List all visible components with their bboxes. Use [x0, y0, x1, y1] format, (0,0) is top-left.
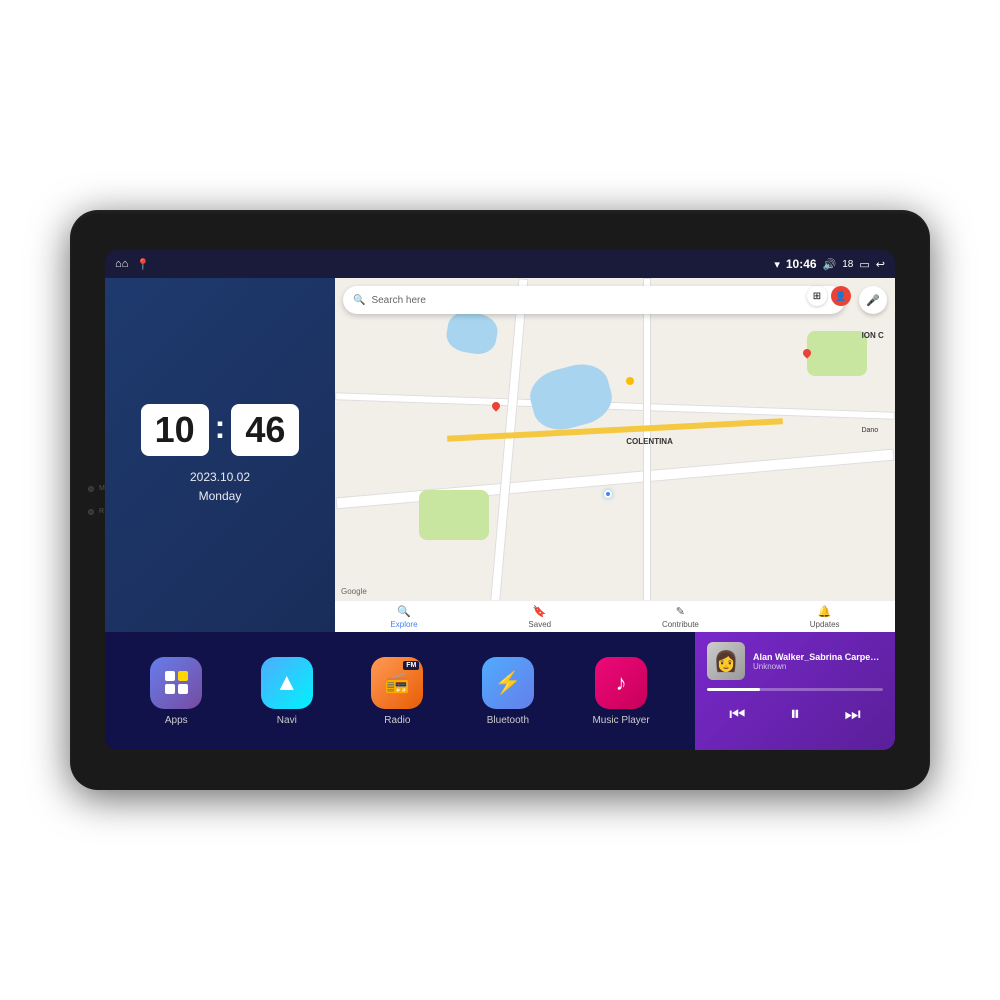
map-search-bar[interactable]: 🔍 Search here — [343, 286, 845, 314]
clock-display: 10 : 46 — [141, 404, 300, 456]
apps-label: Apps — [165, 715, 188, 726]
map-label-ion: ION C — [862, 331, 884, 340]
music-play-button[interactable]: ⏸ — [784, 701, 806, 728]
navi-arrow-icon: ▲ — [275, 669, 299, 697]
layers-icon: ⊞ — [813, 291, 821, 302]
clock-day: Monday — [190, 487, 250, 506]
navi-icon-wrapper: ▲ — [261, 657, 313, 709]
home-icon[interactable]: ⌂ — [115, 258, 128, 270]
radio-icon: 📻 — [385, 670, 410, 695]
radio-label: Radio — [384, 715, 410, 726]
music-album-art: 👩 — [707, 642, 745, 680]
music-next-button[interactable]: ⏭ — [839, 702, 867, 727]
music-controls: ⏮ ⏸ ⏭ — [707, 701, 883, 728]
status-bar: ⌂ 📍 ▾ 10:46 🔊 18 ▭ ↩ — [105, 250, 895, 278]
music-progress-bar — [707, 688, 883, 691]
back-icon[interactable]: ↩ — [876, 258, 885, 271]
main-content: 10 : 46 2023.10.02 Monday — [105, 278, 895, 750]
map-water-1 — [525, 357, 618, 436]
map-label-dano: Dano — [861, 427, 878, 434]
map-nav-updates[interactable]: 🔔 Updates — [810, 605, 840, 629]
map-nav-saved[interactable]: 🔖 Saved — [528, 605, 551, 629]
saved-icon: 🔖 — [533, 605, 547, 618]
explore-icon: 🔍 — [397, 605, 411, 618]
map-widget[interactable]: COLENTINA APINATURA ION C Dano Google — [335, 278, 895, 632]
map-nav-explore-label: Explore — [390, 620, 417, 629]
map-bottom-nav: 🔍 Explore 🔖 Saved ✎ Contribute — [335, 600, 895, 632]
wifi-icon: ▾ — [774, 258, 780, 271]
app-item-music-player[interactable]: ♪ Music Player — [592, 657, 649, 726]
map-nav-contribute-label: Contribute — [662, 620, 699, 629]
app-item-navi[interactable]: ▲ Navi — [261, 657, 313, 726]
mic-icon: 🎤 — [866, 294, 880, 307]
radio-fm-badge: FM — [403, 661, 419, 670]
status-time: 10:46 — [786, 257, 817, 271]
map-nav-explore[interactable]: 🔍 Explore — [390, 605, 417, 629]
app-item-bluetooth[interactable]: ⚡ Bluetooth — [482, 657, 534, 726]
music-player-label: Music Player — [592, 715, 649, 726]
clock-date: 2023.10.02 Monday — [190, 468, 250, 506]
map-nav-contribute[interactable]: ✎ Contribute — [662, 605, 699, 629]
map-road-horizontal-2 — [335, 392, 895, 420]
bluetooth-label: Bluetooth — [487, 715, 529, 726]
status-right: ▾ 10:46 🔊 18 ▭ ↩ — [774, 257, 885, 271]
clock-minute-block: 46 — [231, 404, 299, 456]
profile-icon: 👤 — [835, 291, 846, 302]
app-item-apps[interactable]: Apps — [150, 657, 202, 726]
status-left: ⌂ 📍 — [115, 258, 150, 271]
music-info: 👩 Alan Walker_Sabrina Carpenter_F... Unk… — [707, 642, 883, 680]
map-profile-button[interactable]: 👤 — [831, 286, 851, 306]
bluetooth-icon-wrapper: ⚡ — [482, 657, 534, 709]
map-icon[interactable]: 📍 — [136, 258, 150, 271]
app-shortcuts: Apps ▲ Navi 📻 FM — [105, 632, 695, 750]
contribute-icon: ✎ — [676, 605, 685, 618]
battery-icon: ▭ — [859, 258, 869, 271]
map-search-icon: 🔍 — [353, 295, 365, 306]
map-mic-button[interactable]: 🎤 — [859, 286, 887, 314]
map-layers-button[interactable]: ⊞ — [807, 286, 827, 306]
map-background: COLENTINA APINATURA ION C Dano Google — [335, 278, 895, 632]
clock-minute: 46 — [245, 409, 285, 450]
music-widget: 👩 Alan Walker_Sabrina Carpenter_F... Unk… — [695, 632, 895, 750]
bottom-section: Apps ▲ Navi 📻 FM — [105, 632, 895, 750]
volume-icon: 🔊 — [823, 258, 837, 271]
clock-date-value: 2023.10.02 — [190, 468, 250, 487]
map-nav-saved-label: Saved — [528, 620, 551, 629]
updates-icon: 🔔 — [818, 605, 832, 618]
app-item-radio[interactable]: 📻 FM Radio — [371, 657, 423, 726]
map-search-text: Search here — [371, 295, 425, 306]
music-note-icon: ♪ — [616, 670, 627, 696]
clock-hour: 10 — [155, 409, 195, 450]
bluetooth-icon: ⚡ — [494, 670, 521, 696]
apps-icon-wrapper — [150, 657, 202, 709]
map-green-1 — [419, 490, 489, 540]
music-player-icon-wrapper: ♪ — [595, 657, 647, 709]
rst-dot — [88, 509, 94, 515]
navi-label: Navi — [277, 715, 297, 726]
map-label-colentina: COLENTINA — [626, 437, 673, 446]
music-prev-button[interactable]: ⏮ — [723, 702, 751, 727]
head-unit: MIC RST ⌂ 📍 ▾ 10:46 🔊 18 ▭ ↩ — [70, 210, 930, 790]
clock-hour-block: 10 — [141, 404, 209, 456]
battery-level: 18 — [842, 259, 853, 270]
screen: ⌂ 📍 ▾ 10:46 🔊 18 ▭ ↩ — [105, 250, 895, 750]
clock-colon: : — [215, 409, 226, 446]
map-pin-yellow — [626, 377, 634, 385]
map-current-location — [604, 490, 612, 498]
album-art-placeholder: 👩 — [714, 649, 739, 674]
clock-widget: 10 : 46 2023.10.02 Monday — [105, 278, 335, 632]
music-progress-fill — [707, 688, 760, 691]
mic-dot — [88, 486, 94, 492]
map-nav-updates-label: Updates — [810, 620, 840, 629]
map-yellow-road — [447, 418, 783, 442]
top-section: 10 : 46 2023.10.02 Monday — [105, 278, 895, 632]
google-logo: Google — [341, 587, 367, 596]
map-green-2 — [807, 331, 867, 376]
music-artist: Unknown — [753, 662, 883, 671]
music-title: Alan Walker_Sabrina Carpenter_F... — [753, 652, 883, 662]
radio-icon-wrapper: 📻 FM — [371, 657, 423, 709]
music-text: Alan Walker_Sabrina Carpenter_F... Unkno… — [753, 652, 883, 671]
map-water-2 — [444, 309, 500, 357]
map-road-vertical-2 — [643, 278, 651, 632]
